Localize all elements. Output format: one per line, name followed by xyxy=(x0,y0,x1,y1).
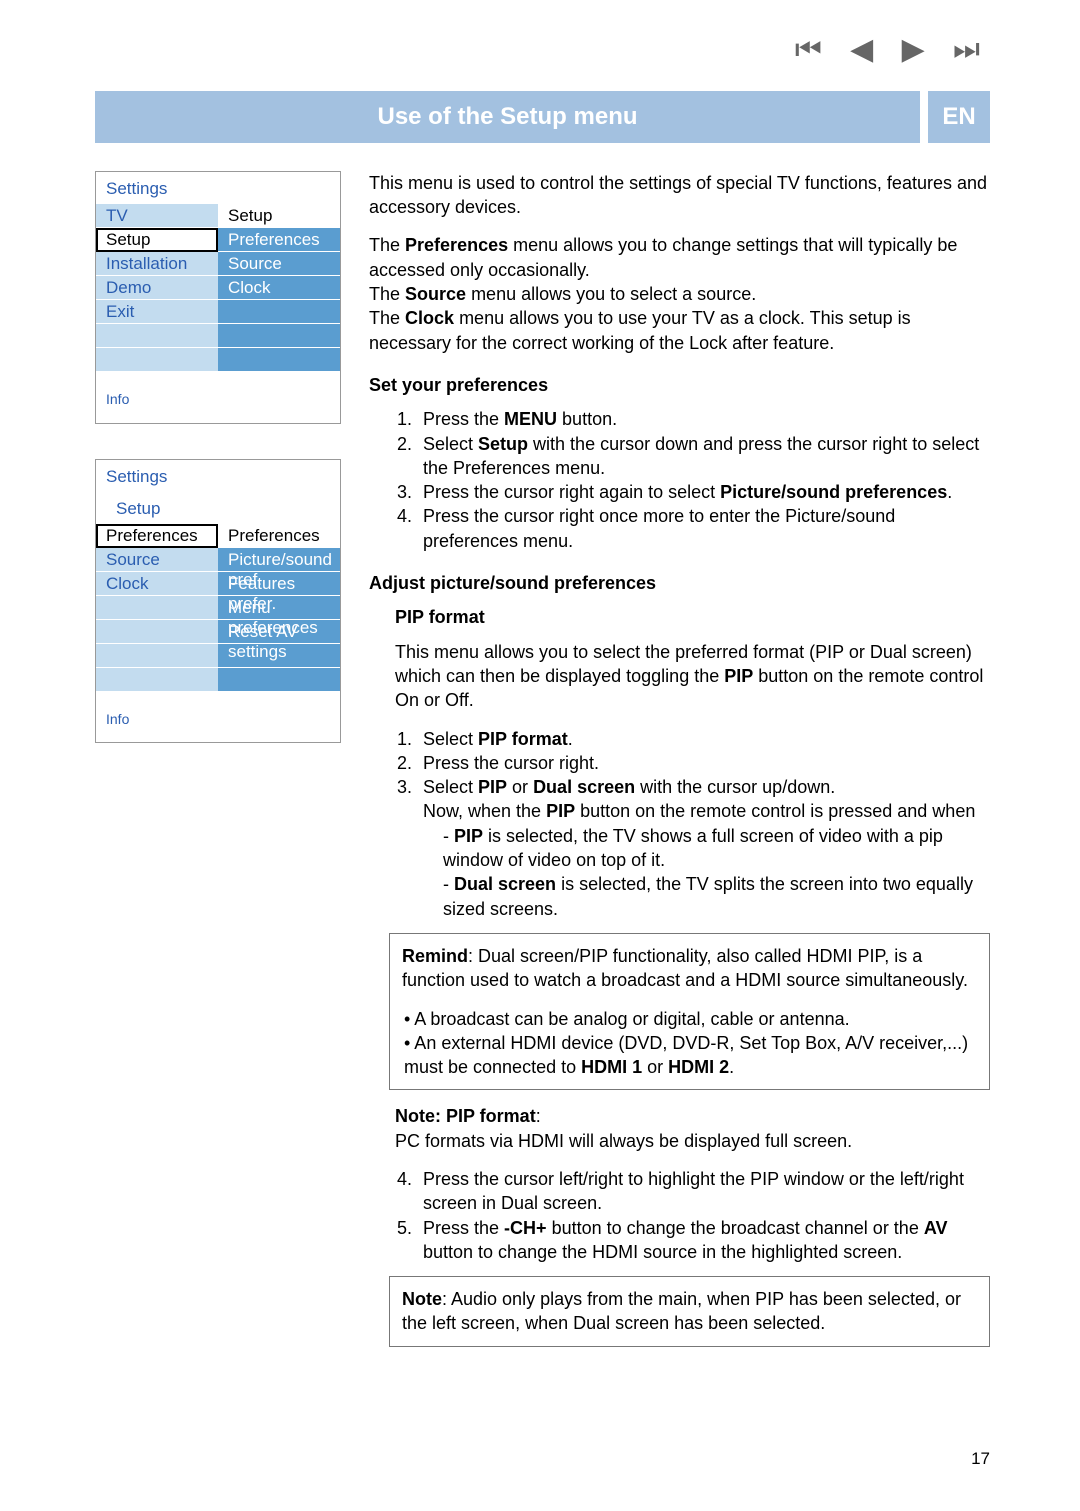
language-badge: EN xyxy=(928,91,990,143)
pip-step-3: Select PIP or Dual screen with the curso… xyxy=(417,775,990,921)
adjust-heading: Adjust picture/sound preferences xyxy=(369,571,990,595)
menu1-right-head: Setup xyxy=(218,204,340,228)
pip-sub-2: Dual screen is selected, the TV splits t… xyxy=(437,872,990,921)
menu2-header: Settings xyxy=(96,460,340,492)
menu1-item-exit: Exit xyxy=(96,300,218,324)
intro-paragraph: This menu is used to control the setting… xyxy=(369,171,990,220)
menu2-right-empty xyxy=(218,668,340,692)
menu2-right-reset: Reset AV settings xyxy=(218,620,340,644)
menu2-empty xyxy=(96,644,218,668)
menu1-item-demo: Demo xyxy=(96,276,218,300)
remind-bullet-2: • An external HDMI device (DVD, DVD-R, S… xyxy=(404,1031,977,1080)
pip-steps-cont: Press the cursor left/right to highlight… xyxy=(369,1167,990,1264)
menu1-empty xyxy=(96,324,218,348)
menu2-item-source: Source xyxy=(96,548,218,572)
step-3: Press the cursor right again to select P… xyxy=(417,480,990,504)
menu1-right-source: Source xyxy=(218,252,340,276)
step-1: Press the MENU button. xyxy=(417,407,990,431)
step-4: Press the cursor right once more to ente… xyxy=(417,504,990,553)
menu1-header: Settings xyxy=(96,172,340,204)
menu2-info: Info xyxy=(96,692,340,743)
settings-menu-1: Settings TV Setup Installation Demo Exit… xyxy=(95,171,341,424)
pip-step-1: Select PIP format. xyxy=(417,727,990,751)
menu2-right-menuprefs: Menu preferences xyxy=(218,596,340,620)
pip-format-heading: PIP format xyxy=(395,605,990,629)
menu1-right-clock: Clock xyxy=(218,276,340,300)
pip-intro: This menu allows you to select the prefe… xyxy=(395,640,990,713)
page-number: 17 xyxy=(971,1448,990,1471)
menu1-right-empty xyxy=(218,324,340,348)
pip-steps: Select PIP format. Press the cursor righ… xyxy=(369,727,990,921)
menu1-item-tv: TV xyxy=(96,204,218,228)
page-title: Use of the Setup menu xyxy=(95,91,920,143)
set-prefs-steps: Press the MENU button. Select Setup with… xyxy=(369,407,990,553)
menu1-right-empty xyxy=(218,300,340,324)
menu1-info: Info xyxy=(96,372,340,423)
pip-sub-1: PIP is selected, the TV shows a full scr… xyxy=(437,824,990,873)
pip-step-2: Press the cursor right. xyxy=(417,751,990,775)
next-page-icon[interactable]: ▶ xyxy=(902,30,935,71)
menu2-right-picsound: Picture/sound pref. xyxy=(218,548,340,572)
pdf-nav-controls: ⏮ ◀ ▶ ⏭ xyxy=(95,20,990,91)
menu2-subheader: Setup xyxy=(96,492,340,524)
menu2-item-preferences: Preferences xyxy=(96,524,218,548)
remind-box: Remind: Dual screen/PIP functionality, a… xyxy=(389,933,990,1090)
menu2-empty xyxy=(96,620,218,644)
menu1-right-empty xyxy=(218,348,340,372)
menu2-empty xyxy=(96,668,218,692)
menu1-right-preferences: Preferences xyxy=(218,228,340,252)
note-audio: Note: Audio only plays from the main, wh… xyxy=(389,1276,990,1347)
menu2-item-clock: Clock xyxy=(96,572,218,596)
menu2-empty xyxy=(96,596,218,620)
note-pip-format: Note: PIP format: PC formats via HDMI wi… xyxy=(395,1104,990,1153)
first-page-icon[interactable]: ⏮ xyxy=(795,30,832,71)
pip-step-4: Press the cursor left/right to highlight… xyxy=(417,1167,990,1216)
prev-page-icon[interactable]: ◀ xyxy=(850,30,883,71)
prefs-paragraph: The Preferences menu allows you to chang… xyxy=(369,233,990,354)
menu1-empty xyxy=(96,348,218,372)
set-preferences-heading: Set your preferences xyxy=(369,373,990,397)
remind-bullet-1: • A broadcast can be analog or digital, … xyxy=(404,1007,977,1031)
menu1-item-setup: Setup xyxy=(96,228,218,252)
menu2-right-features: Features prefer. xyxy=(218,572,340,596)
step-2: Select Setup with the cursor down and pr… xyxy=(417,432,990,481)
menu1-item-installation: Installation xyxy=(96,252,218,276)
settings-menu-2: Settings Setup Preferences Source Clock … xyxy=(95,459,341,744)
pip-step-5: Press the -CH+ button to change the broa… xyxy=(417,1216,990,1265)
menu2-right-head: Preferences xyxy=(218,524,340,548)
last-page-icon[interactable]: ⏭ xyxy=(953,30,990,71)
